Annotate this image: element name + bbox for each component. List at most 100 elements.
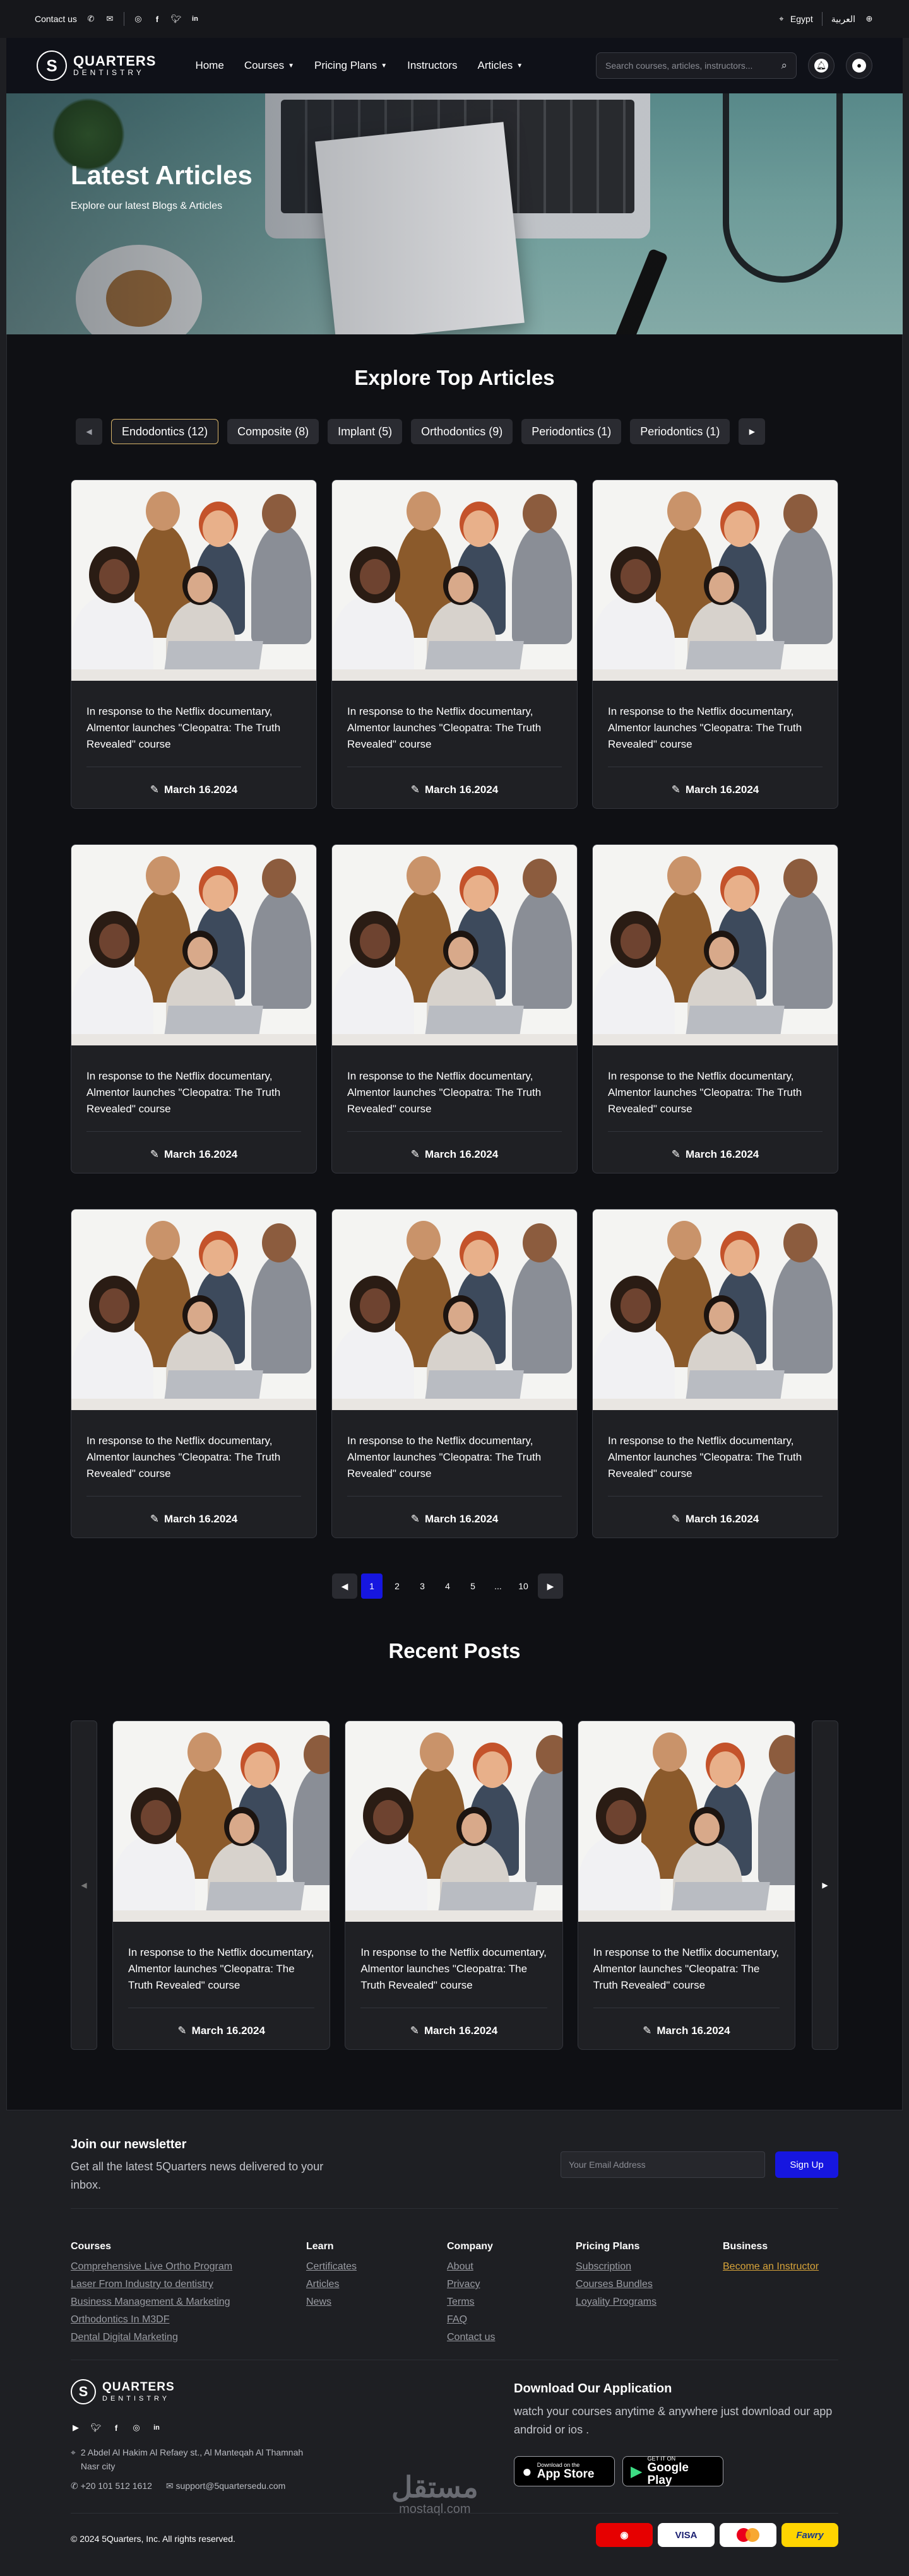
recent-post-card[interactable]: In response to the Netflix documentary, … xyxy=(112,1720,331,2050)
logo-text: QUARTERS xyxy=(102,2380,175,2394)
whatsapp-icon[interactable]: ✆ xyxy=(86,14,96,24)
tabs-next-button[interactable]: ▶ xyxy=(739,418,766,445)
country-selector[interactable]: Egypt xyxy=(790,14,813,24)
page-next-button[interactable]: ▶ xyxy=(538,1573,563,1599)
recent-prev-button[interactable]: ◀ xyxy=(71,1720,97,2050)
footer-link[interactable]: Laser From Industry to dentistry xyxy=(71,2276,232,2293)
become-instructor-link[interactable]: Become an Instructor xyxy=(723,2258,819,2276)
article-title[interactable]: In response to the Netflix documentary, … xyxy=(86,703,301,753)
phone-item[interactable]: ✆ +20 101 512 1612 xyxy=(71,2481,152,2491)
article-card[interactable]: In response to the Netflix documentary, … xyxy=(71,1209,317,1538)
article-title[interactable]: In response to the Netflix documentary, … xyxy=(86,1433,301,1482)
article-title[interactable]: In response to the Netflix documentary, … xyxy=(128,1944,314,1994)
article-card[interactable]: In response to the Netflix documentary, … xyxy=(331,479,578,809)
pen-icon: ✎ xyxy=(671,1148,680,1160)
nav-item-courses[interactable]: Courses ▼ xyxy=(244,59,294,72)
footer-link[interactable]: Terms xyxy=(447,2293,495,2311)
recent-next-button[interactable]: ▶ xyxy=(812,1720,838,2050)
nav-item-home[interactable]: Home xyxy=(195,59,223,72)
page-button[interactable]: 10 xyxy=(513,1573,534,1599)
footer-logo[interactable]: S QUARTERS DENTISTRY xyxy=(71,2379,175,2404)
footer-link[interactable]: Contact us xyxy=(447,2329,495,2346)
article-title[interactable]: In response to the Netflix documentary, … xyxy=(347,1433,562,1482)
email-icon[interactable]: ✉ xyxy=(105,14,115,24)
article-card[interactable]: In response to the Netflix documentary, … xyxy=(592,844,838,1173)
tab-orthodontics[interactable]: Orthodontics (9) xyxy=(411,419,513,444)
youtube-icon[interactable]: ▶ xyxy=(71,2423,81,2433)
tab-periodontics[interactable]: Periodontics (1) xyxy=(521,419,622,444)
search-icon[interactable]: ⌕ xyxy=(781,59,787,72)
page-button[interactable]: 3 xyxy=(412,1573,433,1599)
article-title[interactable]: In response to the Netflix documentary, … xyxy=(608,1068,823,1117)
article-title[interactable]: In response to the Netflix documentary, … xyxy=(608,1433,823,1482)
newsletter-text: Get all the latest 5Quarters news delive… xyxy=(71,2160,324,2191)
footer-link[interactable]: About xyxy=(447,2258,495,2276)
article-title[interactable]: In response to the Netflix documentary, … xyxy=(593,1944,780,1994)
tabs-prev-button[interactable]: ◀ xyxy=(76,418,102,445)
nav-label: Articles xyxy=(477,59,513,71)
globe-icon[interactable]: ⊕ xyxy=(864,14,874,24)
nav-item-instructors[interactable]: Instructors xyxy=(407,59,457,72)
newsletter-email-input[interactable] xyxy=(561,2151,765,2178)
article-card[interactable]: In response to the Netflix documentary, … xyxy=(331,1209,578,1538)
footer-link[interactable]: Privacy xyxy=(447,2276,495,2293)
instagram-icon[interactable]: ◎ xyxy=(131,2423,141,2433)
date-text: March 16.2024 xyxy=(164,1148,238,1160)
footer-link[interactable]: FAQ xyxy=(447,2311,495,2329)
nav-item-articles[interactable]: Articles ▼ xyxy=(478,59,523,72)
footer-link[interactable]: Business Management & Marketing xyxy=(71,2293,232,2311)
signup-button[interactable]: Sign Up xyxy=(775,2151,838,2178)
article-image xyxy=(71,480,316,681)
article-title[interactable]: In response to the Netflix documentary, … xyxy=(608,703,823,753)
search-input[interactable] xyxy=(605,61,776,71)
page-button[interactable]: 5 xyxy=(462,1573,484,1599)
instagram-icon[interactable]: ◎ xyxy=(133,14,143,24)
nav-item-pricing-plans[interactable]: Pricing Plans ▼ xyxy=(314,59,387,72)
twitter-icon[interactable]: 🐦︎ xyxy=(91,2423,102,2433)
footer-link[interactable]: News xyxy=(306,2293,357,2311)
article-card[interactable]: In response to the Netflix documentary, … xyxy=(592,1209,838,1538)
profile-button[interactable]: ● xyxy=(846,52,872,79)
article-card[interactable]: In response to the Netflix documentary, … xyxy=(592,479,838,809)
facebook-icon[interactable]: f xyxy=(152,14,162,24)
google-play-button[interactable]: ▶ GET IT ON Google Play xyxy=(622,2455,723,2487)
linkedin-icon[interactable]: in xyxy=(190,14,200,24)
article-title[interactable]: In response to the Netflix documentary, … xyxy=(360,1944,547,1994)
footer-link[interactable]: Loyality Programs xyxy=(576,2293,656,2311)
footer-link[interactable]: Articles xyxy=(306,2276,357,2293)
caret-down-icon: ▼ xyxy=(381,62,388,69)
article-title[interactable]: In response to the Netflix documentary, … xyxy=(86,1068,301,1117)
article-title[interactable]: In response to the Netflix documentary, … xyxy=(347,703,562,753)
footer-link[interactable]: Orthodontics In M3DF xyxy=(71,2311,232,2329)
article-card[interactable]: In response to the Netflix documentary, … xyxy=(331,844,578,1173)
page-button[interactable]: 4 xyxy=(437,1573,458,1599)
phone-text: +20 101 512 1612 xyxy=(80,2481,152,2491)
article-card[interactable]: In response to the Netflix documentary, … xyxy=(71,844,317,1173)
site-logo[interactable]: S QUARTERS DENTISTRY xyxy=(37,50,156,81)
tab-endodontics[interactable]: Endodontics (12) xyxy=(111,419,219,444)
email-item[interactable]: ✉ support@5quartersedu.com xyxy=(166,2481,285,2491)
page-button[interactable]: 1 xyxy=(361,1573,383,1599)
page-button[interactable]: 2 xyxy=(386,1573,408,1599)
twitter-icon[interactable]: 🐦︎ xyxy=(171,14,182,24)
article-title[interactable]: In response to the Netflix documentary, … xyxy=(347,1068,562,1117)
tab-periodontics-2[interactable]: Periodontics (1) xyxy=(630,419,730,444)
footer-link[interactable]: Courses Bundles xyxy=(576,2276,656,2293)
footer-link[interactable]: Subscription xyxy=(576,2258,656,2276)
language-switch[interactable]: العربية xyxy=(831,14,855,25)
logo-mark: S xyxy=(71,2379,96,2404)
footer-link[interactable]: Comprehensive Live Ortho Program xyxy=(71,2258,232,2276)
recent-post-card[interactable]: In response to the Netflix documentary, … xyxy=(345,1720,563,2050)
tab-implant[interactable]: Implant (5) xyxy=(328,419,403,444)
arrow-left-icon: ◀ xyxy=(81,1881,87,1890)
footer-link[interactable]: Certificates xyxy=(306,2258,357,2276)
notifications-button[interactable]: 🔔︎ xyxy=(808,52,835,79)
footer-link[interactable]: Dental Digital Marketing xyxy=(71,2329,232,2346)
recent-post-card[interactable]: In response to the Netflix documentary, … xyxy=(577,1720,795,2050)
facebook-icon[interactable]: f xyxy=(111,2423,121,2433)
page-prev-button[interactable]: ◀ xyxy=(332,1573,357,1599)
article-card[interactable]: In response to the Netflix documentary, … xyxy=(71,479,317,809)
tab-composite[interactable]: Composite (8) xyxy=(227,419,319,444)
app-store-button[interactable]: ● Download on the App Store xyxy=(514,2456,615,2486)
linkedin-icon[interactable]: in xyxy=(152,2423,162,2433)
